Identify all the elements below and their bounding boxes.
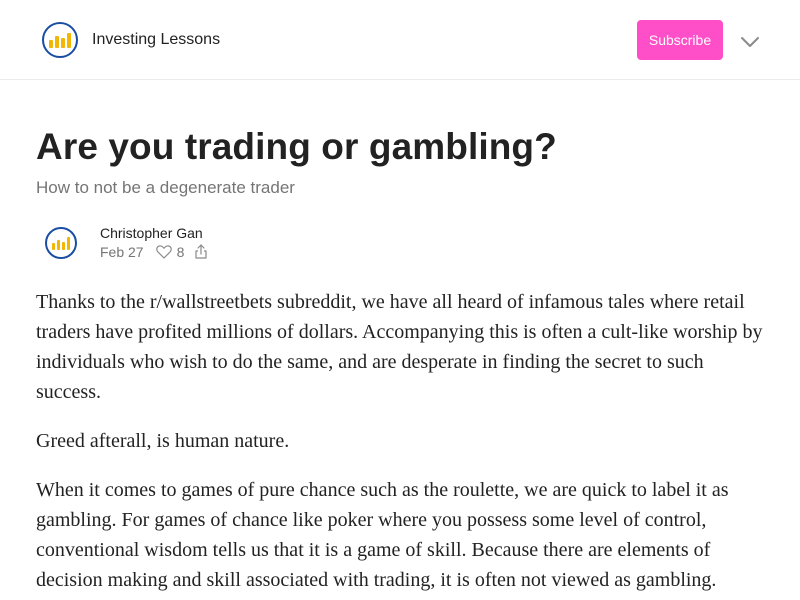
like-button[interactable]: 8 (155, 244, 185, 260)
logo-bar (57, 240, 60, 250)
author-name[interactable]: Christopher Gan (100, 225, 203, 241)
logo-bar (67, 33, 71, 48)
logo-bar (55, 36, 59, 48)
publication-name[interactable]: Investing Lessons (92, 31, 220, 49)
post-body: Thanks to the r/wallstreetbets subreddit… (36, 287, 772, 600)
logo-bar (52, 243, 55, 250)
author-avatar[interactable] (45, 227, 77, 259)
share-button[interactable] (194, 244, 208, 260)
chevron-down-icon (741, 37, 759, 47)
post-title: Are you trading or gambling? (36, 126, 557, 167)
logo-bar (49, 40, 53, 48)
body-paragraph: Thanks to the r/wallstreetbets subreddit… (36, 291, 763, 403)
logo-bar (62, 242, 65, 250)
publication-logo[interactable] (42, 22, 78, 58)
subscribe-button[interactable]: Subscribe (637, 20, 723, 60)
logo-bar (67, 237, 70, 250)
top-navigation-bar: Investing Lessons Subscribe (0, 0, 800, 80)
post-date: Feb 27 (100, 244, 144, 260)
like-count: 8 (176, 244, 185, 260)
body-paragraph: Greed afterall, is human nature. (36, 430, 290, 452)
share-icon (195, 244, 207, 259)
post-subtitle: How to not be a degenerate trader (36, 178, 295, 197)
menu-toggle-button[interactable] (738, 30, 762, 54)
post-meta: Feb 27 8 (100, 244, 208, 260)
body-paragraph: When it comes to games of pure chance su… (36, 479, 729, 591)
heart-icon (155, 245, 172, 259)
logo-bar (61, 38, 65, 48)
